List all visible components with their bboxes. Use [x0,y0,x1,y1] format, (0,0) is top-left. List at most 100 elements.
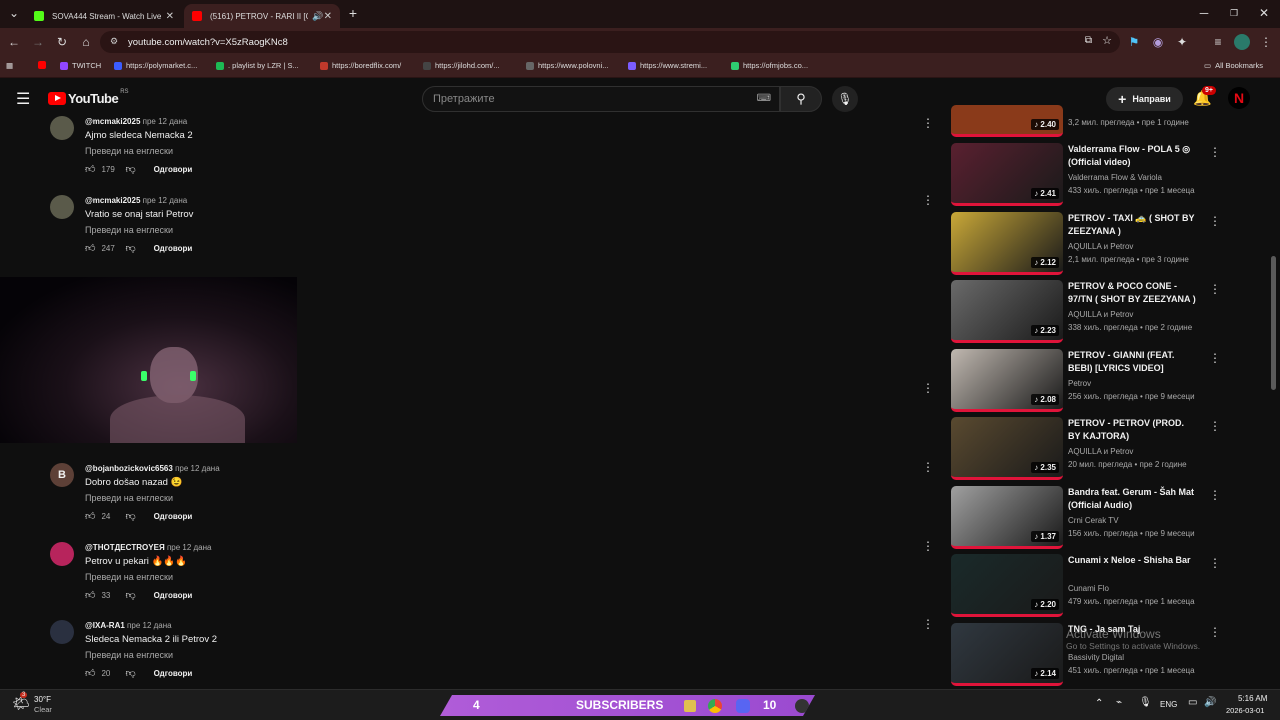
commenter-avatar[interactable]: B [50,463,74,487]
reply-button[interactable]: Одговори [154,669,193,678]
related-video-item[interactable]: ♪ 2.41 Valderrama Flow - POLA 5 ◎ (Offici… [951,143,1221,207]
account-avatar[interactable]: N [1228,87,1250,109]
video-menu-icon[interactable]: ⋮ [1209,214,1221,228]
maximize-button[interactable]: ❐ [1226,5,1242,21]
comment-author[interactable]: @bojanbozickovic6563 [85,464,173,473]
audio-playing-icon[interactable]: 🔊 [312,11,323,22]
bookmark-item[interactable]: https://ofmjobs.co... [731,61,808,70]
extensions-puzzle-icon[interactable]: ✦ [1174,34,1190,50]
reply-button[interactable]: Одговори [154,165,193,174]
video-thumbnail[interactable]: ♪ 2.12 [951,212,1063,275]
site-info-icon[interactable]: ⚙ [110,36,118,47]
reply-button[interactable]: Одговори [154,512,193,521]
video-menu-icon[interactable]: ⋮ [1209,488,1221,502]
window-close-button[interactable]: ✕ [1256,5,1272,21]
bookmark-item[interactable]: https://www.stremi... [628,61,707,70]
keyboard-icon[interactable]: ⌨ [757,93,771,104]
app-icon[interactable] [795,699,809,713]
browser-menu-icon[interactable]: ⋮ [1258,34,1274,50]
extension-icon[interactable]: ⚑ [1126,34,1142,50]
dislike-icon[interactable]: 👎︎ [125,510,135,522]
channel-name[interactable]: AQUILLA и Petrov [1068,447,1133,456]
back-icon[interactable]: ← [6,34,22,50]
channel-name[interactable]: AQUILLA и Petrov [1068,242,1133,251]
chrome-icon[interactable] [708,699,722,713]
related-video-item[interactable]: ♪ 2.20 Cunami x Neloe - Shisha Bar Cunami … [951,554,1221,618]
comment-time[interactable]: пре 12 дана [127,621,172,630]
dislike-icon[interactable]: 👎︎ [125,242,135,254]
dislike-icon[interactable]: 👎︎ [125,667,135,679]
discord-icon[interactable] [736,699,750,713]
video-thumbnail[interactable]: ♪ 1.37 [951,486,1063,549]
comment-time[interactable]: пре 12 дана [167,543,212,552]
bookmark-item[interactable]: https://polymarket.c... [114,61,197,70]
video-title[interactable]: Valderrama Flow - POLA 5 ◎ (Official vid… [1068,143,1198,169]
tab-sova-stream[interactable]: SOVA444 Stream - Watch Live o ✕ [26,4,182,28]
video-menu-icon[interactable]: ⋮ [1209,145,1221,159]
channel-name[interactable]: Petrov [1068,379,1091,388]
comment-menu-icon[interactable]: ⋮ [922,460,934,474]
search-button[interactable]: ⚲ [780,86,822,112]
like-icon[interactable]: 👍︎ [85,667,95,679]
all-bookmarks[interactable]: ▭ All Bookmarks [1204,61,1263,70]
related-video-item[interactable]: ♪ 2.12 PETROV - TAXI 🚕 ( SHOT BY ZEEZYANA… [951,212,1221,276]
reply-button[interactable]: Одговори [154,591,193,600]
video-title[interactable]: Bandra feat. Gerum - Šah Mat (Official A… [1068,486,1198,512]
close-tab-icon[interactable]: ✕ [324,11,332,22]
clock-date[interactable]: 2026-03-01 [1226,706,1264,715]
video-title[interactable]: PETROV & POCO CONE - 97/TN ( SHOT BY ZEE… [1068,280,1198,306]
tab-search-icon[interactable]: ⌄ [6,5,22,21]
commenter-avatar[interactable] [50,542,74,566]
translate-link[interactable]: Преведи на енглески [85,146,173,156]
bookmark-star-icon[interactable]: ☆ [1102,34,1112,47]
video-thumbnail[interactable]: ♪ 2.35 [951,417,1063,480]
dislike-icon[interactable]: 👎︎ [125,163,135,175]
youtube-logo[interactable]: YouTube RS [48,89,129,106]
video-thumbnail[interactable]: ♪ 2.20 [951,554,1063,617]
video-menu-icon[interactable]: ⋮ [1209,556,1221,570]
video-thumbnail[interactable]: ♪ 2.23 [951,280,1063,343]
dislike-icon[interactable]: 👎︎ [125,589,135,601]
volume-icon[interactable]: 🔊 [1204,697,1216,708]
comment-author[interactable]: @mcmaki2025 [85,117,140,126]
comment-author[interactable]: @THOTДECTROYEЯ [85,543,165,552]
video-title[interactable]: PETROV - TAXI 🚕 ( SHOT BY ZEEZYANA ) [1068,212,1198,238]
video-thumbnail[interactable]: ♪ 2.08 [951,349,1063,412]
extension-icon[interactable]: ◉ [1150,34,1166,50]
video-menu-icon[interactable]: ⋮ [1209,351,1221,365]
comment-time[interactable]: пре 12 дана [143,117,188,126]
like-icon[interactable]: 👍︎ [85,510,95,522]
bookmark-item[interactable]: https://www.polovni... [526,61,608,70]
hamburger-menu-icon[interactable]: ☰ [16,89,30,109]
translate-link[interactable]: Преведи на енглески [85,572,173,582]
video-thumbnail[interactable]: ♪ 2.14 [951,623,1063,686]
tab-youtube-active[interactable]: (5161) PETROV - RARI II [OF 🔊 ✕ [184,4,340,28]
install-app-icon[interactable]: ⧉ [1085,35,1092,46]
video-title[interactable]: PETROV - GIANNI (FEAT. BEBI) [LYRICS VID… [1068,349,1198,375]
minimize-button[interactable]: ─ [1196,5,1212,21]
related-video-item[interactable]: ♪ 1.37 Bandra feat. Gerum - Šah Mat (Offi… [951,486,1221,550]
video-thumbnail[interactable]: ♪ 2.41 [951,143,1063,206]
channel-name[interactable]: AQUILLA и Petrov [1068,310,1133,319]
page-scrollbar[interactable] [1271,256,1276,390]
language-indicator[interactable]: ENG [1160,700,1177,709]
home-icon[interactable]: ⌂ [78,34,94,50]
voice-search-button[interactable]: 🎙 [832,86,858,112]
comment-time[interactable]: пре 12 дана [143,196,188,205]
url-field[interactable]: ⚙ youtube.com/watch?v=X5zRaogKNc8 ⧉ ☆ [100,31,1120,53]
reply-button[interactable]: Одговори [154,244,193,253]
search-input[interactable]: Претражите ⌨ [422,86,780,112]
related-video-item[interactable]: ♪ 2.23 PETROV & POCO CONE - 97/TN ( SHOT … [951,280,1221,344]
related-video-item[interactable]: ♪ 2.35 PETROV - PETROV (PROD. BY KAJTORA)… [951,417,1221,481]
related-video-item[interactable]: ♪ 2.08 PETROV - GIANNI (FEAT. BEBI) [LYRI… [951,349,1221,413]
like-icon[interactable]: 👍︎ [85,589,95,601]
forward-icon[interactable]: → [30,34,46,50]
close-tab-icon[interactable]: ✕ [166,11,174,22]
reload-icon[interactable]: ↻ [54,34,70,50]
commenter-avatar[interactable] [50,620,74,644]
bookmark-item[interactable]: https://boredflix.com/ [320,61,401,70]
comment-author[interactable]: @IXA-RA1 [85,621,125,630]
like-icon[interactable]: 👍︎ [85,242,95,254]
reading-list-icon[interactable]: ≡ [1210,34,1226,50]
file-explorer-icon[interactable] [684,700,696,712]
